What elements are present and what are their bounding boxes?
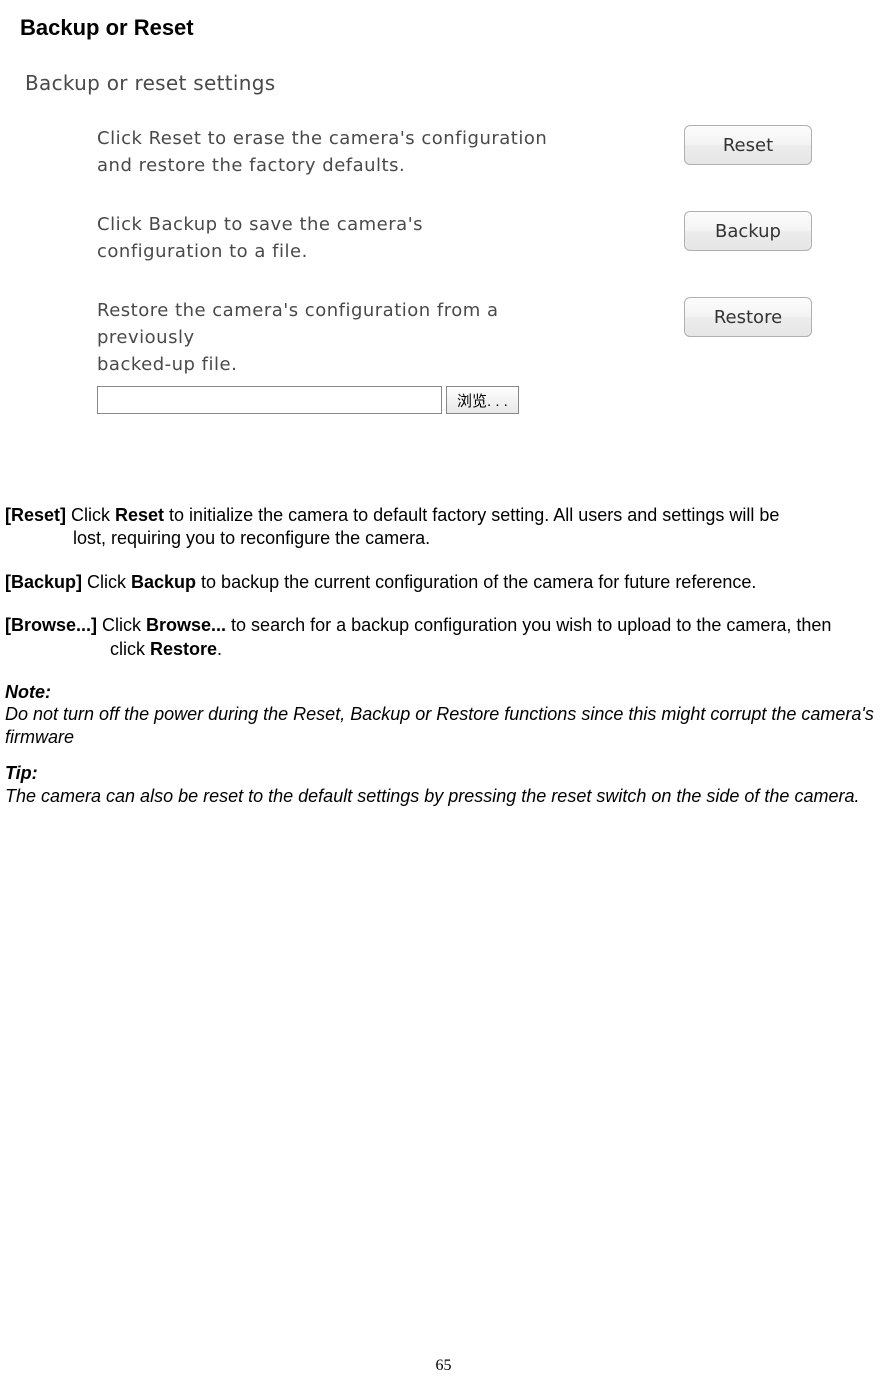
reset-text-line2: and restore the factory defaults. [97, 155, 405, 176]
restore-description: Restore the camera's configuration from … [97, 297, 557, 414]
browse-label: [Browse...] [5, 615, 102, 635]
page-heading: Backup or Reset [20, 15, 882, 41]
browse-rest2b: Restore [150, 639, 217, 659]
body-text: [Reset] Click Reset to initialize the ca… [5, 504, 882, 807]
reset-row: Click Reset to erase the camera's config… [25, 125, 812, 179]
page-number: 65 [0, 1357, 887, 1375]
tip-text: The camera can also be reset to the defa… [5, 786, 859, 806]
backup-description: Click Backup to save the camera's config… [97, 211, 423, 265]
reset-text-line1: Click Reset to erase the camera's config… [97, 128, 547, 149]
browse-rest2c: . [217, 639, 222, 659]
reset-button[interactable]: Reset [684, 125, 812, 165]
reset-click: Click [71, 505, 115, 525]
backup-paragraph: [Backup] Click Backup to backup the curr… [5, 571, 882, 594]
browse-rest2a: click [110, 639, 150, 659]
restore-file-input[interactable] [97, 386, 442, 414]
reset-rest2: lost, requiring you to reconfigure the c… [5, 527, 882, 550]
settings-panel: Backup or reset settings Click Reset to … [25, 71, 812, 414]
reset-bold: Reset [115, 505, 164, 525]
browse-paragraph: [Browse...] Click Browse... to search fo… [5, 614, 882, 661]
tip-title: Tip: [5, 763, 38, 783]
note-block: Note: Do not turn off the power during t… [5, 681, 882, 749]
backup-rest: to backup the current configuration of t… [196, 572, 756, 592]
browse-button[interactable]: 浏览. . . [446, 386, 519, 414]
panel-title: Backup or reset settings [25, 71, 812, 95]
reset-description: Click Reset to erase the camera's config… [97, 125, 547, 179]
backup-row: Click Backup to save the camera's config… [25, 211, 812, 265]
note-title: Note: [5, 682, 51, 702]
reset-paragraph: [Reset] Click Reset to initialize the ca… [5, 504, 882, 551]
backup-label: [Backup] [5, 572, 87, 592]
note-text: Do not turn off the power during the Res… [5, 704, 874, 747]
browse-rest2: click Restore. [5, 638, 882, 661]
backup-text-line1: Click Backup to save the camera's [97, 214, 423, 235]
reset-label: [Reset] [5, 505, 71, 525]
backup-button[interactable]: Backup [684, 211, 812, 251]
browse-click: Click [102, 615, 146, 635]
restore-row: Restore the camera's configuration from … [25, 297, 812, 414]
backup-text-line2: configuration to a file. [97, 241, 308, 262]
restore-text-line2: backed-up file. [97, 354, 237, 375]
tip-block: Tip: The camera can also be reset to the… [5, 762, 882, 807]
reset-rest1: to initialize the camera to default fact… [164, 505, 779, 525]
browse-rest1: to search for a backup configuration you… [226, 615, 831, 635]
backup-bold: Backup [131, 572, 196, 592]
backup-click: Click [87, 572, 131, 592]
browse-bold: Browse... [146, 615, 226, 635]
restore-button[interactable]: Restore [684, 297, 812, 337]
restore-text-line1: Restore the camera's configuration from … [97, 300, 499, 348]
